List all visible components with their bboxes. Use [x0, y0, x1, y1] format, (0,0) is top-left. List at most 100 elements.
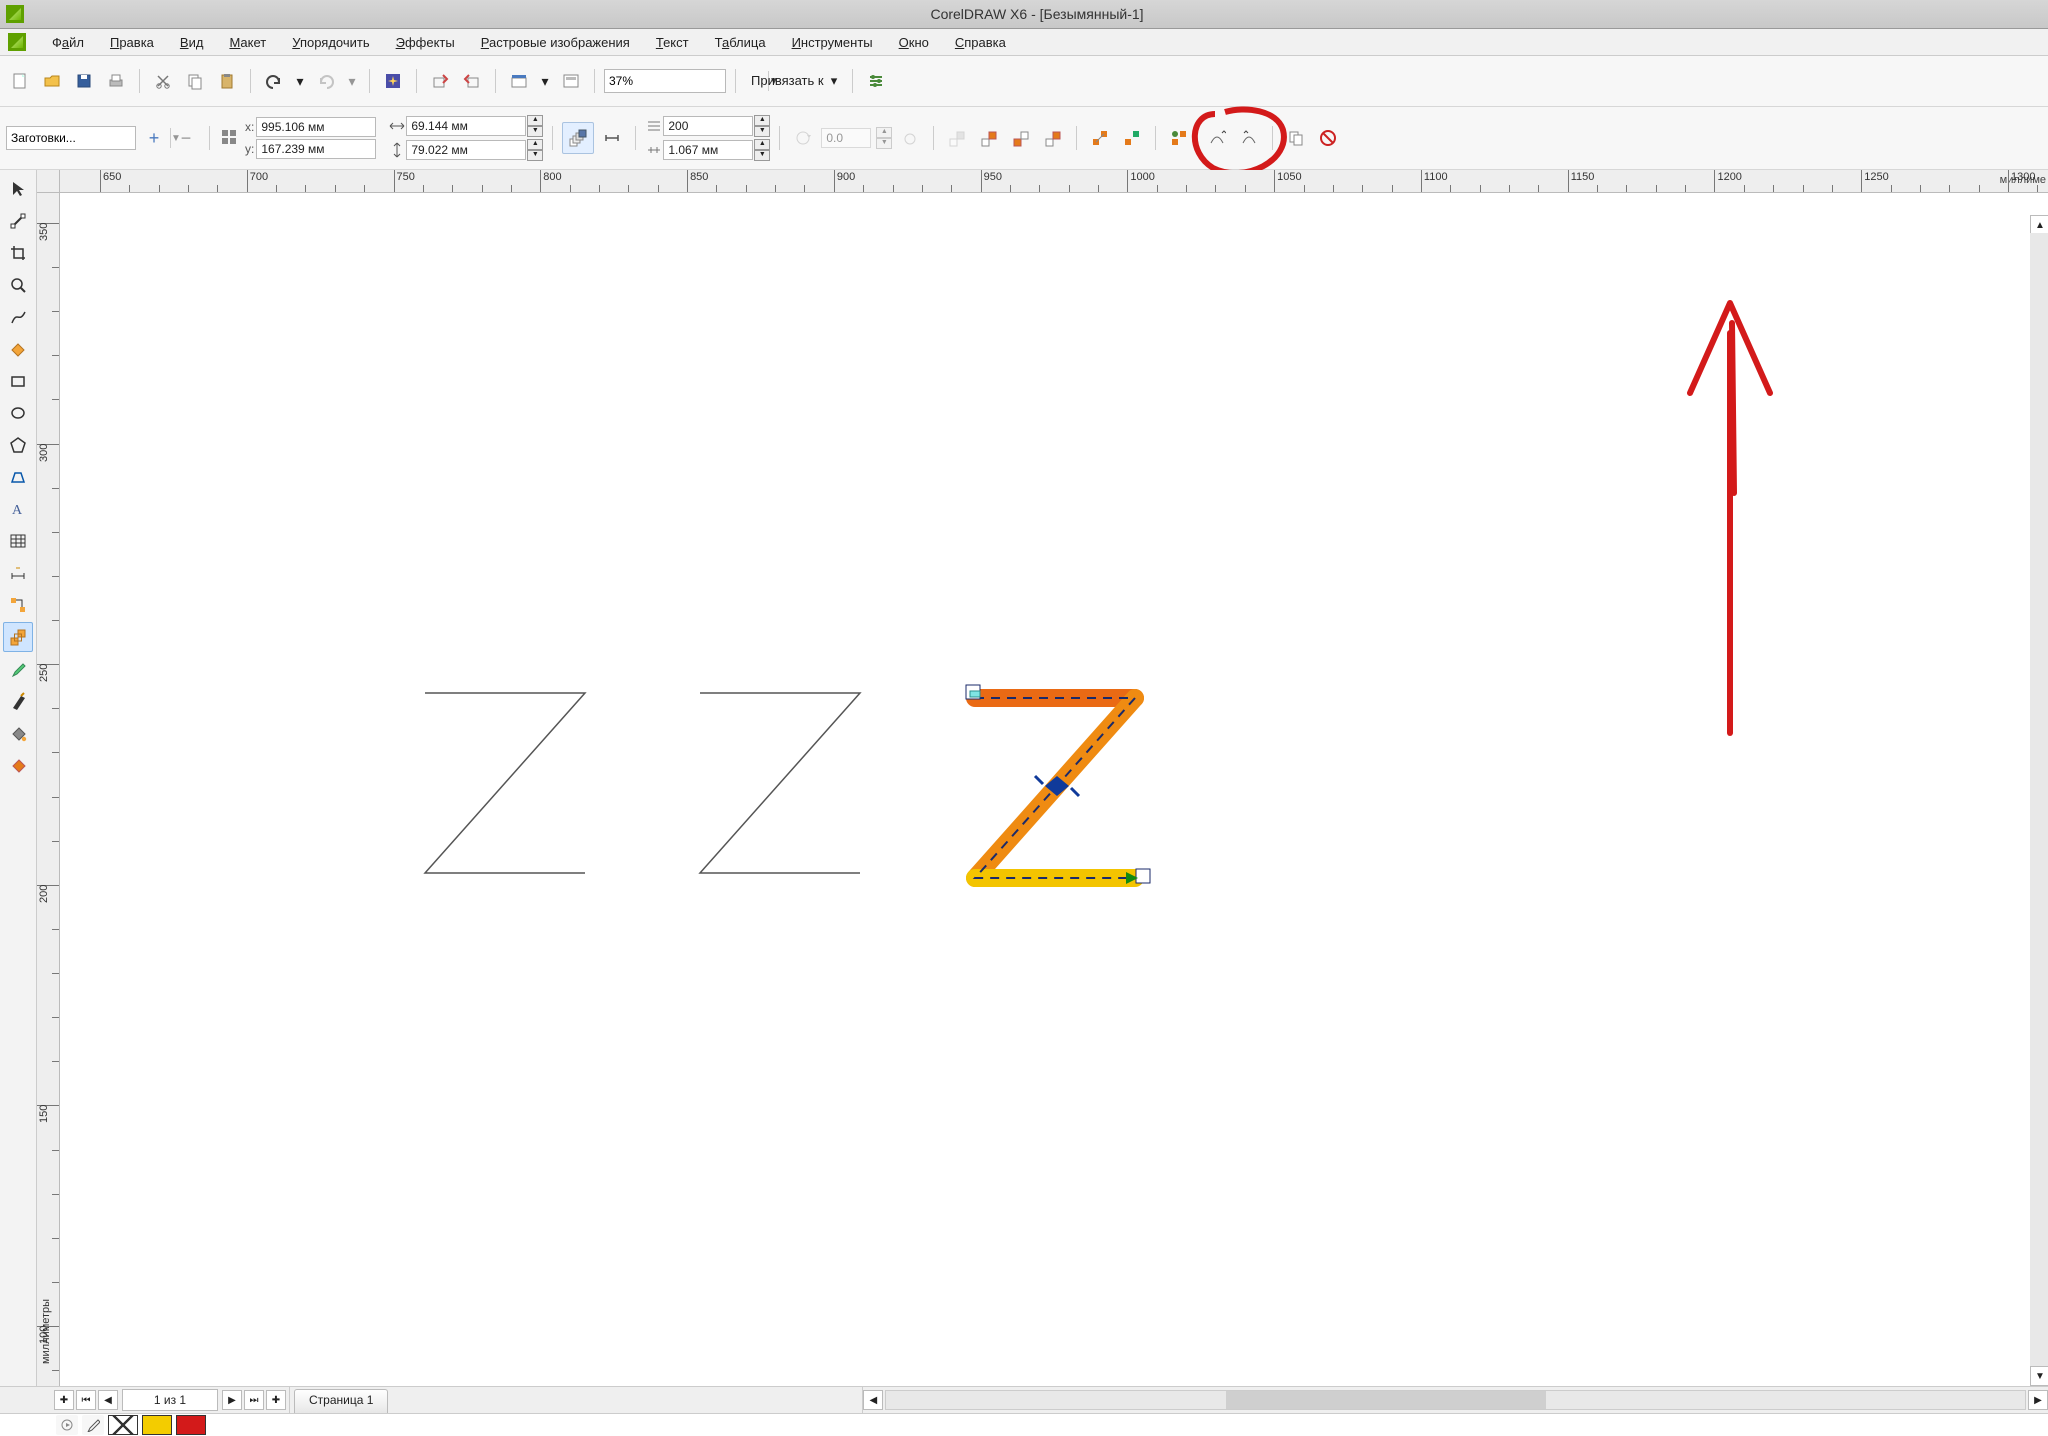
- welcome-screen-button[interactable]: [557, 67, 585, 95]
- blend-direct-button[interactable]: [562, 122, 594, 154]
- dimension-tool[interactable]: [3, 558, 33, 588]
- shape-tool[interactable]: [3, 206, 33, 236]
- text-tool[interactable]: A: [3, 494, 33, 524]
- outline-tool[interactable]: [3, 686, 33, 716]
- steps-spin[interactable]: ▲▼: [754, 115, 770, 137]
- menu-view[interactable]: Вид: [176, 33, 208, 52]
- interactive-fill-tool[interactable]: [3, 750, 33, 780]
- app-launcher-button[interactable]: [505, 67, 533, 95]
- polygon-tool[interactable]: [3, 430, 33, 460]
- page-prev-button[interactable]: ◀: [98, 1390, 118, 1410]
- zoom-input[interactable]: [605, 71, 768, 91]
- menu-bitmaps[interactable]: Растровые изображения: [477, 33, 634, 52]
- menu-file[interactable]: Файл: [48, 33, 88, 52]
- search-content-button[interactable]: [379, 67, 407, 95]
- paste-button[interactable]: [213, 67, 241, 95]
- menu-edit[interactable]: Правка: [106, 33, 158, 52]
- rot-spin[interactable]: ▲▼: [876, 127, 892, 149]
- spacing-spin[interactable]: ▲▼: [754, 139, 770, 161]
- loop-button[interactable]: [896, 124, 924, 152]
- page-tab-1[interactable]: Страница 1: [294, 1389, 388, 1413]
- menu-window[interactable]: Окно: [895, 33, 933, 52]
- x-field[interactable]: 995.106 мм: [256, 117, 376, 137]
- undo-button[interactable]: [260, 67, 288, 95]
- page-last-button[interactable]: ⏭: [244, 1390, 264, 1410]
- rectangle-tool[interactable]: [3, 366, 33, 396]
- menu-text[interactable]: Текст: [652, 33, 693, 52]
- basic-shapes-tool[interactable]: [3, 462, 33, 492]
- gradient-bar-2[interactable]: [690, 685, 990, 835]
- color-ccw-button[interactable]: [975, 124, 1003, 152]
- snap-to-menu[interactable]: Привязать к ▾: [745, 71, 843, 91]
- page-add-left[interactable]: ✚: [54, 1390, 74, 1410]
- table-tool[interactable]: [3, 526, 33, 556]
- zoom-tool[interactable]: [3, 270, 33, 300]
- w-spinners[interactable]: ▲▼: [527, 115, 543, 137]
- copy-button[interactable]: [181, 67, 209, 95]
- preset-add-button[interactable]: +: [140, 124, 168, 152]
- horizontal-ruler[interactable]: миллиме 65070075080085090095010001050110…: [60, 170, 2048, 193]
- color-direct-button[interactable]: [943, 124, 971, 152]
- blend-rotation-button[interactable]: [789, 124, 817, 152]
- page-add-right[interactable]: ✚: [266, 1390, 286, 1410]
- copy-blend-button[interactable]: [1282, 124, 1310, 152]
- menu-layout[interactable]: Макет: [225, 33, 270, 52]
- import-button[interactable]: [426, 67, 454, 95]
- z-outline-1[interactable]: [425, 693, 725, 843]
- menu-tools[interactable]: Инструменты: [788, 33, 877, 52]
- ruler-origin[interactable]: [37, 170, 60, 193]
- menu-help[interactable]: Справка: [951, 33, 1010, 52]
- open-button[interactable]: [38, 67, 66, 95]
- cut-button[interactable]: [149, 67, 177, 95]
- yellow-swatch[interactable]: [142, 1415, 172, 1435]
- no-color-swatch[interactable]: [108, 1415, 138, 1435]
- rotation-field[interactable]: 0.0: [821, 128, 871, 148]
- redo-dropdown[interactable]: ▾: [344, 67, 360, 95]
- palette-eyedropper[interactable]: [82, 1415, 104, 1435]
- ellipse-tool[interactable]: [3, 398, 33, 428]
- y-field[interactable]: 167.239 мм: [256, 139, 376, 159]
- horizontal-scrollbar[interactable]: ◀ ▶: [862, 1387, 2048, 1413]
- preset-remove-button[interactable]: −: [172, 124, 200, 152]
- gradient-bar-1[interactable]: [385, 483, 685, 633]
- page-counter[interactable]: 1 из 1: [122, 1389, 218, 1411]
- vertical-scrollbar[interactable]: ▲ ▼: [2030, 215, 2048, 1386]
- more-blend-button[interactable]: [1165, 124, 1193, 152]
- blend-z[interactable]: [960, 683, 1180, 903]
- menu-table[interactable]: Таблица: [711, 33, 770, 52]
- new-button[interactable]: [6, 67, 34, 95]
- freehand-tool[interactable]: [3, 302, 33, 332]
- scroll-left-button[interactable]: ◀: [863, 1390, 883, 1410]
- height-field[interactable]: 79.022 мм: [406, 140, 526, 160]
- redo-button[interactable]: [312, 67, 340, 95]
- print-button[interactable]: [102, 67, 130, 95]
- fill-tool[interactable]: [3, 718, 33, 748]
- accel-color-button[interactable]: [1118, 124, 1146, 152]
- connector-tool[interactable]: [3, 590, 33, 620]
- canvas[interactable]: ▲ ▼: [60, 193, 2048, 1386]
- page-first-button[interactable]: ⏮: [76, 1390, 96, 1410]
- export-button[interactable]: [458, 67, 486, 95]
- undo-dropdown[interactable]: ▾: [292, 67, 308, 95]
- pick-tool[interactable]: [3, 174, 33, 204]
- save-button[interactable]: [70, 67, 98, 95]
- scroll-up-button[interactable]: ▲: [2030, 215, 2048, 235]
- scroll-right-button[interactable]: ▶: [2028, 1390, 2048, 1410]
- presets-combo[interactable]: ▼: [6, 126, 136, 150]
- scroll-down-button[interactable]: ▼: [2030, 1366, 2048, 1386]
- new-path-button[interactable]: [1203, 124, 1231, 152]
- blend-step-button[interactable]: [598, 124, 626, 152]
- menu-effects[interactable]: Эффекты: [392, 33, 459, 52]
- clear-blend-button[interactable]: [1314, 124, 1342, 152]
- red-swatch[interactable]: [176, 1415, 206, 1435]
- reverse-path-button[interactable]: [1235, 124, 1263, 152]
- scroll-track[interactable]: [2030, 233, 2048, 1368]
- blend-tool[interactable]: [3, 622, 33, 652]
- vertical-ruler[interactable]: миллиметры 350300250200150100: [37, 193, 60, 1386]
- accel-object-button[interactable]: [1086, 124, 1114, 152]
- color-cw-button[interactable]: [1007, 124, 1035, 152]
- crop-tool[interactable]: [3, 238, 33, 268]
- menu-arrange[interactable]: Упорядочить: [288, 33, 373, 52]
- blend-spacing-field[interactable]: 1.067 мм: [663, 140, 753, 160]
- blend-steps-field[interactable]: 200: [663, 116, 753, 136]
